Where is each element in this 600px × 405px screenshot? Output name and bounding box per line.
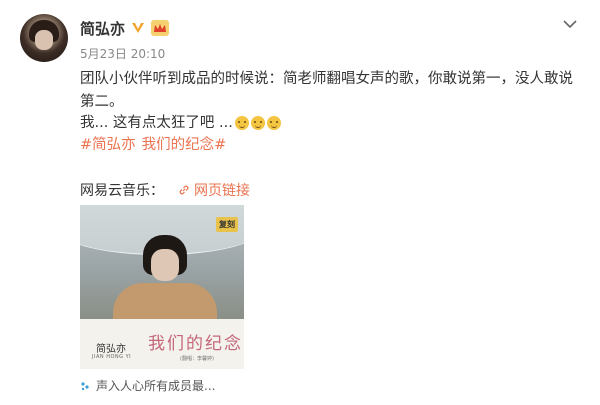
hashtag-row: #简弘亦 我们的纪念#: [80, 135, 226, 155]
cover-artist-name: 简弘亦: [96, 344, 126, 355]
post-text-line: 我... 这有点太狂了吧 ...: [80, 113, 281, 133]
artist-face: [151, 249, 179, 281]
cover-badge: 复刻: [216, 217, 238, 232]
author-name[interactable]: 简弘亦: [80, 18, 125, 39]
artist-photo: [113, 235, 217, 343]
hashtag-link[interactable]: #简弘亦: [80, 135, 136, 155]
web-link-label: 网页链接: [194, 183, 250, 199]
album-cover-image[interactable]: 复刻 简弘亦 JIAN HONG YI 我们的纪念 (翻唱：李馨婷): [80, 205, 244, 369]
link-icon: [179, 185, 189, 195]
post-meta: 5月23日 20:10: [80, 45, 165, 62]
group-footer-text: 声入人心所有成员最...: [96, 379, 216, 393]
cover-subtitle: (翻唱：李馨婷): [180, 356, 214, 362]
post-text: 团队小伙伴听到成品的时候说：简老师翻唱女声的歌，你敢说第一，没人敢说第二。: [80, 71, 573, 110]
music-source-label: 网易云音乐：: [80, 183, 164, 199]
avatar-face: [35, 30, 53, 50]
crown-icon: [151, 20, 170, 36]
sparkle-icon: [81, 381, 89, 390]
author-row: 简弘亦: [80, 17, 170, 39]
smile-emoji-icon: [266, 116, 281, 130]
post-text-secondary: 我... 这有点太狂了吧 ...: [80, 115, 233, 131]
web-link[interactable]: 网页链接: [178, 180, 250, 200]
weibo-post: 简弘亦 5月23日 20:10 团队小伙伴听到成品的时候说：简老师翻唱女声的歌，…: [0, 0, 600, 405]
hashtag-link[interactable]: 我们的纪念#: [142, 135, 227, 155]
music-source-row: 网易云音乐： 网页链接: [80, 180, 250, 200]
post-timestamp[interactable]: 5月23日 20:10: [80, 45, 165, 62]
cover-artist-en: JIAN HONG YI: [92, 354, 132, 360]
verified-v-icon: [131, 21, 145, 35]
group-footer[interactable]: 声入人心所有成员最...: [80, 377, 215, 394]
cover-song-title: 我们的纪念: [148, 334, 243, 354]
more-chevron-icon[interactable]: [562, 18, 578, 30]
smile-emoji-icon: [250, 116, 265, 130]
avatar[interactable]: [20, 14, 68, 62]
smile-emoji-icon: [234, 116, 249, 130]
